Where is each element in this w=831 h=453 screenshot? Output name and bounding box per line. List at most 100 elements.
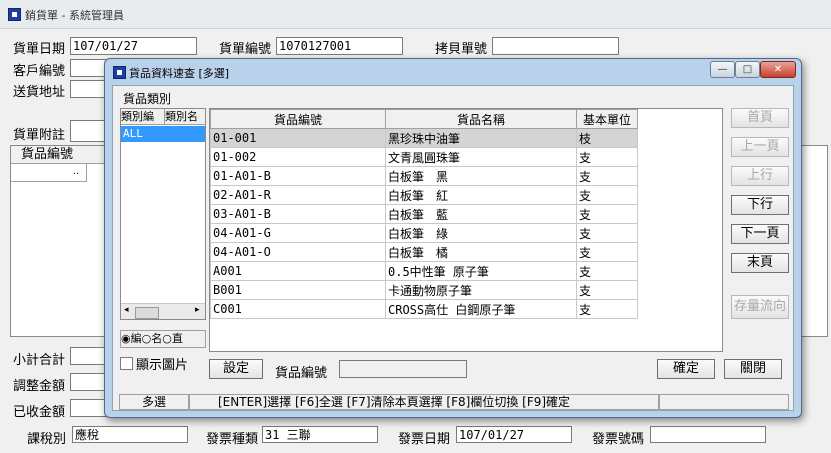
col-name-header[interactable]: 貨品名稱 (385, 109, 577, 129)
product-row[interactable]: B001 卡通動物原子筆支 (210, 280, 638, 300)
product-row[interactable]: 02-A01-R 白板筆 紅支 (210, 185, 638, 205)
product-row[interactable]: 04-A01-O 白板筆 橘支 (210, 242, 638, 262)
col-unit-header[interactable]: 基本單位 (576, 109, 638, 129)
dialog-client: 貨品類別 類別編 類別名 ALL ◂ ▸ ◉編○名○直 顯示圖片 貨品編號 貨品… (112, 85, 794, 411)
product-table-header: 貨品編號 貨品名稱 基本單位 (210, 109, 638, 129)
product-row[interactable]: 01-001 黑珍珠中油筆枝 (210, 128, 638, 148)
category-item-all[interactable]: ALL (121, 126, 165, 142)
app-icon (8, 8, 21, 21)
order-date-field[interactable]: 107/01/27 (70, 37, 197, 55)
next-row-button[interactable]: 下行 (731, 195, 789, 215)
copy-no-field[interactable] (492, 37, 619, 55)
product-unit-cell[interactable]: 支 (576, 147, 638, 167)
product-name-cell[interactable]: CROSS高仕 白鋼原子筆 (385, 299, 577, 319)
product-code-cell[interactable]: B001 (210, 280, 386, 300)
status-hint: [ENTER]選擇 [F6]全選 [F7]清除本頁選擇 [F8]欄位切換 [F9… (189, 394, 659, 410)
product-name-cell[interactable]: 白板筆 綠 (385, 223, 577, 243)
category-item-all-name[interactable] (165, 126, 205, 142)
product-name-cell[interactable]: 白板筆 藍 (385, 204, 577, 224)
product-name-cell[interactable]: 白板筆 黑 (385, 166, 577, 186)
product-unit-cell[interactable]: 支 (576, 185, 638, 205)
scroll-thumb[interactable] (135, 307, 159, 319)
category-name-header[interactable]: 類別名 (165, 109, 205, 125)
settings-button[interactable]: 設定 (209, 359, 263, 379)
product-row[interactable]: 03-A01-B 白板筆 藍支 (210, 204, 638, 224)
ellipsis-icon[interactable]: .. (73, 167, 83, 179)
product-name-cell[interactable]: 卡通動物原子筆 (385, 280, 577, 300)
invoice-type-field[interactable]: 31 三聯 (262, 426, 378, 443)
prev-page-button[interactable]: 上一頁 (731, 137, 789, 157)
next-page-button[interactable]: 下一頁 (731, 224, 789, 244)
product-row[interactable]: C001 CROSS高仕 白鋼原子筆支 (210, 299, 638, 319)
invoice-type-label: 發票種類 (206, 432, 259, 447)
item-code-header: 貨品編號 (11, 146, 111, 164)
sort-radio-group: ◉編○名○直 (120, 330, 206, 348)
product-name-cell[interactable]: 文青風圓珠筆 (385, 147, 577, 167)
category-scrollbar[interactable]: ◂ ▸ (121, 303, 205, 319)
product-unit-cell[interactable]: 枝 (576, 128, 638, 148)
product-name-cell[interactable]: 0.5中性筆 原子筆 (385, 261, 577, 281)
address-label: 送貨地址 (13, 85, 66, 100)
category-list[interactable]: 類別編 類別名 ALL ◂ ▸ (120, 108, 206, 320)
scroll-right-icon[interactable]: ▸ (195, 305, 200, 315)
product-unit-cell[interactable]: 支 (576, 299, 638, 319)
product-unit-cell[interactable]: 支 (576, 204, 638, 224)
status-mode: 多選 (119, 394, 189, 410)
product-code-cell[interactable]: A001 (210, 261, 386, 281)
search-label: 貨品編號 (275, 366, 328, 381)
radio-code-selected-icon[interactable]: ◉ (121, 332, 131, 345)
tax-field[interactable]: 應稅 (72, 426, 188, 443)
radio-code-label: 編 (130, 332, 142, 345)
product-code-cell[interactable]: 04-A01-G (210, 223, 386, 243)
invoice-no-field[interactable] (650, 426, 766, 443)
product-row[interactable]: 01-002 文青風圓珠筆支 (210, 147, 638, 167)
product-code-cell[interactable]: 01-A01-B (210, 166, 386, 186)
category-label: 貨品類別 (123, 92, 172, 106)
radio-direct-icon[interactable]: ○ (162, 332, 172, 345)
product-unit-cell[interactable]: 支 (576, 280, 638, 300)
dialog-icon (113, 66, 126, 79)
customer-label: 客戶編號 (13, 64, 66, 79)
product-name-cell[interactable]: 白板筆 紅 (385, 185, 577, 205)
product-code-cell[interactable]: 01-002 (210, 147, 386, 167)
ok-button[interactable]: 確定 (657, 359, 715, 379)
product-row[interactable]: A001 0.5中性筆 原子筆支 (210, 261, 638, 281)
first-page-button[interactable]: 首頁 (731, 108, 789, 128)
product-code-cell[interactable]: 03-A01-B (210, 204, 386, 224)
product-code-cell[interactable]: 01-001 (210, 128, 386, 148)
product-unit-cell[interactable]: 支 (576, 223, 638, 243)
product-code-cell[interactable]: 04-A01-O (210, 242, 386, 262)
product-unit-cell[interactable]: 支 (576, 242, 638, 262)
product-unit-cell[interactable]: 支 (576, 166, 638, 186)
subtotal-label: 小計合計 (13, 353, 66, 368)
radio-name-icon[interactable]: ○ (142, 332, 152, 345)
close-button[interactable]: 關閉 (724, 359, 782, 379)
product-name-cell[interactable]: 黑珍珠中油筆 (385, 128, 577, 148)
product-name-cell[interactable]: 白板筆 橘 (385, 242, 577, 262)
product-unit-cell[interactable]: 支 (576, 261, 638, 281)
product-row[interactable]: 04-A01-G 白板筆 綠支 (210, 223, 638, 243)
note-label: 貨單附註 (13, 128, 66, 143)
col-code-header[interactable]: 貨品編號 (210, 109, 386, 129)
stock-flow-button[interactable]: 存量流向 (731, 295, 789, 319)
last-page-button[interactable]: 末頁 (731, 253, 789, 273)
maximize-icon[interactable]: □ (735, 61, 760, 78)
product-row[interactable]: 01-A01-B 白板筆 黑支 (210, 166, 638, 186)
product-code-cell[interactable]: 02-A01-R (210, 185, 386, 205)
minimize-icon[interactable]: — (710, 61, 735, 78)
show-image-label: 顯示圖片 (136, 358, 189, 373)
scroll-left-icon[interactable]: ◂ (124, 305, 129, 315)
close-icon[interactable]: ✕ (760, 61, 796, 78)
product-grid[interactable]: 貨品編號 貨品名稱 基本單位 01-001 黑珍珠中油筆枝 01-002 文青風圓珠筆… (209, 108, 723, 352)
category-code-header[interactable]: 類別編 (121, 109, 165, 125)
show-image-checkbox[interactable] (120, 357, 133, 370)
search-input[interactable] (339, 360, 467, 378)
order-no-field[interactable]: 1070127001 (276, 37, 403, 55)
radio-name-label: 名 (151, 332, 163, 345)
invoice-date-field[interactable]: 107/01/27 (456, 426, 572, 443)
invoice-no-label: 發票號碼 (592, 432, 645, 447)
product-code-cell[interactable]: C001 (210, 299, 386, 319)
order-date-label: 貨單日期 (13, 42, 66, 57)
prev-row-button[interactable]: 上行 (731, 166, 789, 186)
product-lookup-dialog: 貨品資料速查 [多選] — □ ✕ 貨品類別 類別編 類別名 ALL ◂ ▸ ◉… (104, 58, 802, 418)
